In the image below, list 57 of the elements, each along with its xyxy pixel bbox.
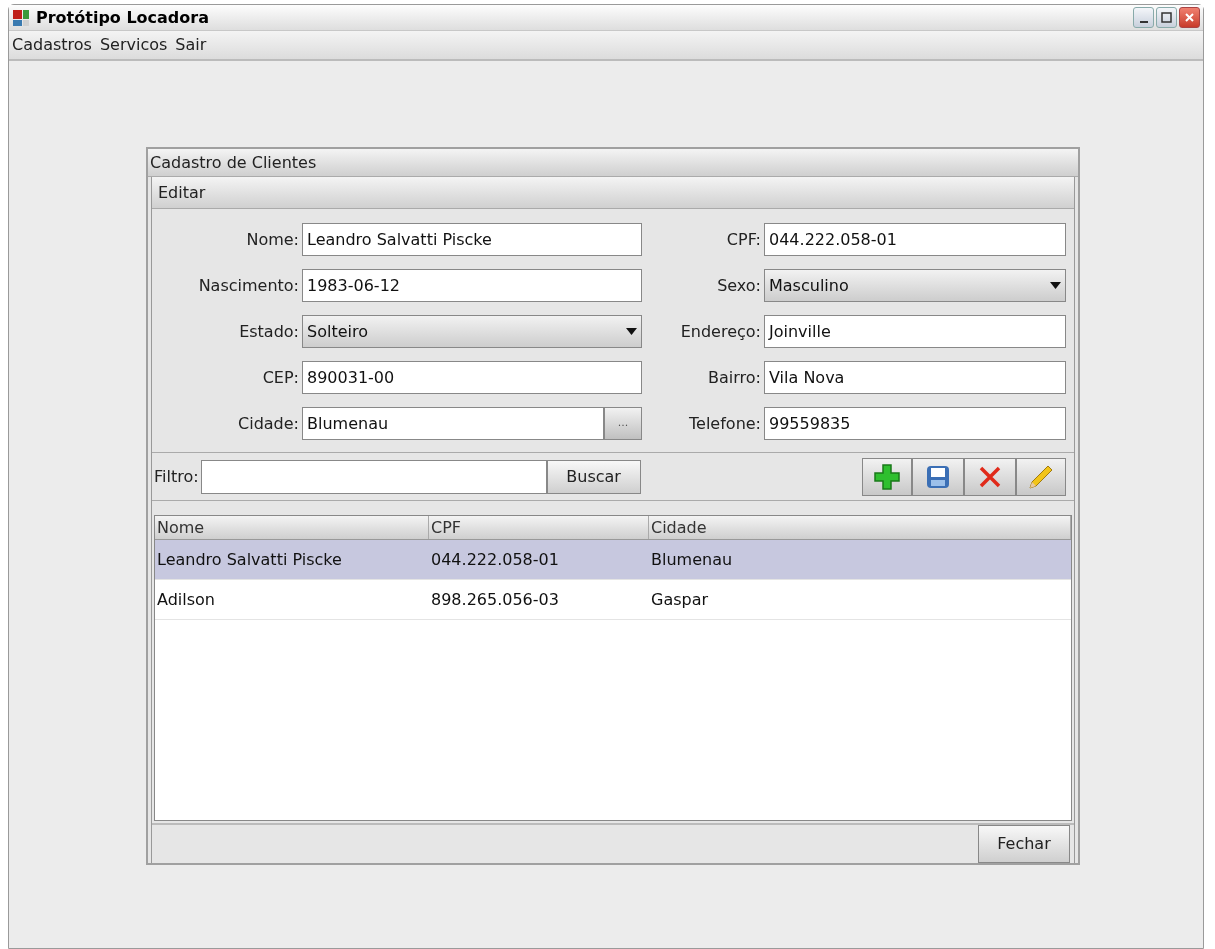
field-label: Nascimento: [198,274,299,297]
table-cell-text: Gaspar [650,588,710,611]
pencil-icon [1028,463,1054,490]
field-label: Estado: [239,320,299,343]
dropdown-arrow-icon [1050,282,1061,289]
delete-button[interactable] [964,457,1016,496]
field-label: Telefone: [689,412,761,435]
window-title: Protótipo Locadora [36,6,209,29]
menu-item[interactable]: Servicos [99,33,168,57]
text-field[interactable]: 890031-00 [302,361,642,394]
text-field[interactable]: Blumenau [302,407,604,440]
field-label: Nome: [246,228,299,251]
text-field[interactable]: 044.222.058-01 [764,223,1066,256]
table-cell-text: Leandro Salvatti Piscke [156,548,343,571]
column-header[interactable]: CPF [429,516,649,539]
field-label: Bairro: [708,366,761,389]
table-cell-text: Adilson [156,588,216,611]
cross-icon [978,464,1002,489]
table-cell-text: Blumenau [650,548,734,571]
table-row[interactable]: Leandro Salvatti Piscke 044.222.058-01 Blumenau [155,540,1071,580]
text-field[interactable]: Vila Nova [764,361,1066,394]
minimize-button[interactable] [1133,7,1154,28]
maximize-icon [1161,12,1172,23]
text-field[interactable]: 1983-06-12 [302,269,642,302]
close-icon [1184,12,1195,23]
section-title: Editar [158,181,206,204]
dropdown-arrow-icon [626,328,637,335]
browse-button[interactable]: ... [604,407,642,440]
text-field[interactable]: Leandro Salvatti Piscke [302,223,642,256]
dropdown[interactable]: Masculino [764,269,1066,302]
text-field[interactable]: Joinville [764,315,1066,348]
field-label: CEP: [262,366,299,389]
dropdown[interactable]: Solteiro [302,315,642,348]
add-button[interactable] [862,457,912,496]
plus-icon [874,463,900,490]
table-cell-text: 044.222.058-01 [430,548,560,571]
close-dialog-button[interactable]: Fechar [978,825,1070,863]
table-cell-text: 898.265.056-03 [430,588,560,611]
save-button[interactable] [912,457,964,496]
field-label: Sexo: [717,274,761,297]
maximize-button[interactable] [1156,7,1177,28]
column-header[interactable]: Cidade [649,516,1071,539]
close-button[interactable] [1179,7,1200,28]
text-field[interactable]: 99559835 [764,407,1066,440]
column-header[interactable]: Nome [155,516,429,539]
minimize-icon [1139,20,1148,23]
edit-button[interactable] [1016,457,1066,496]
search-button[interactable]: Buscar [546,459,641,494]
field-label: Endereço: [680,320,761,343]
menu-item[interactable]: Cadastros [12,33,92,57]
filter-field[interactable] [200,459,547,494]
field-label: CPF: [726,228,761,251]
app-logo-icon [12,8,30,27]
filter-label: Filtro: [154,465,199,488]
menu-item[interactable]: Sair [175,33,207,57]
field-label: Cidade: [238,412,299,435]
dialog-title: Cadastro de Clientes [150,151,317,174]
